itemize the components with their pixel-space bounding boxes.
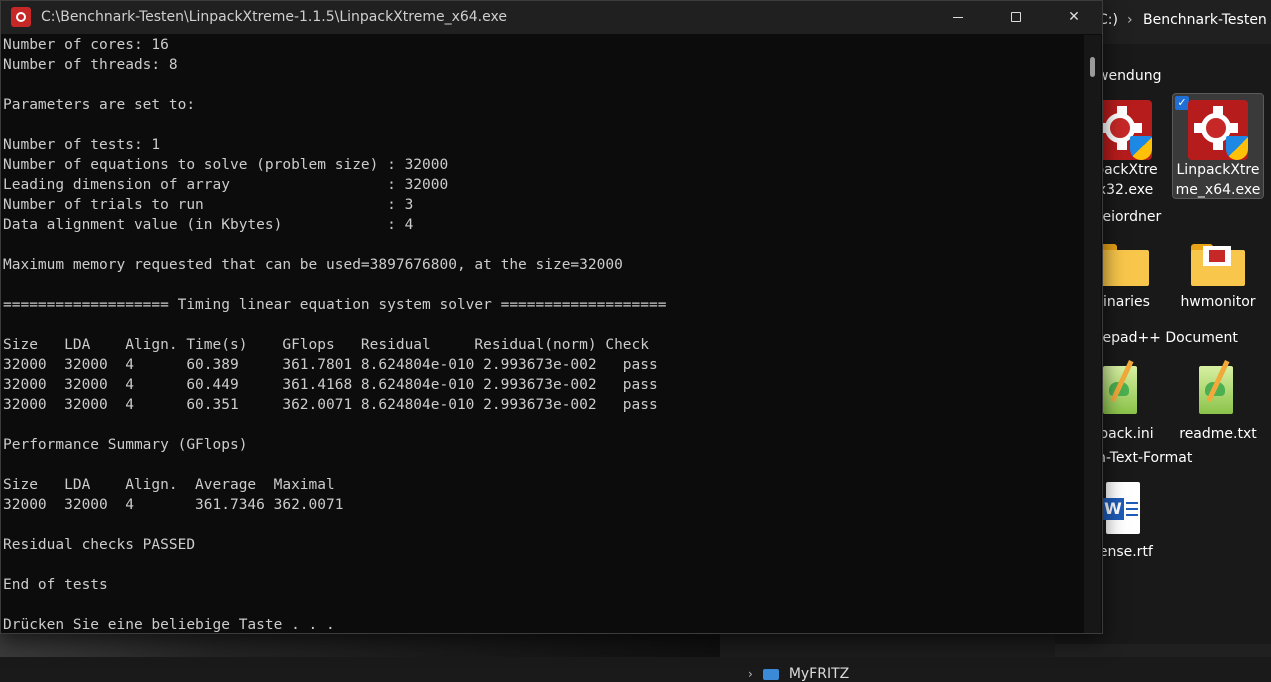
- console-window[interactable]: C:\Benchnark-Testen\LinpackXtreme-1.1.5\…: [0, 0, 1103, 634]
- file-readme-txt[interactable]: readme.txt: [1173, 356, 1263, 442]
- folder-hwmonitor[interactable]: hwmonitor: [1173, 236, 1263, 316]
- console-line: 32000 32000 4 60.351 362.0071 8.624804e-…: [3, 397, 658, 413]
- file-name: hwmonitor: [1180, 294, 1256, 310]
- console-line: Size LDA Align. Average Maximal: [3, 477, 335, 493]
- console-line: End of tests: [3, 577, 108, 593]
- folder-icon: [1191, 244, 1245, 286]
- close-icon: ✕: [1068, 9, 1080, 25]
- console-line: Number of trials to run : 3: [3, 197, 414, 213]
- word-document-icon: W: [1102, 482, 1142, 534]
- group-label-application: wendung: [1097, 68, 1162, 84]
- maximize-button[interactable]: [987, 1, 1045, 34]
- maximize-icon: [1011, 12, 1021, 22]
- console-line: Data alignment value (in Kbytes) : 4: [3, 217, 414, 233]
- file-linpackxtreme-x64[interactable]: ✓ LinpackXtre me_x64.exe: [1172, 93, 1264, 199]
- console-output[interactable]: Number of cores: 16 Number of threads: 8 P…: [3, 35, 1083, 633]
- console-line: Number of cores: 16: [3, 37, 169, 53]
- file-name: readme.txt: [1179, 426, 1257, 442]
- notepad-plus-plus-icon: [1195, 360, 1241, 416]
- console-line: =================== Timing linear equati…: [3, 297, 667, 313]
- minimize-icon: [953, 16, 963, 18]
- console-line: Size LDA Align. Time(s) GFlops Residual …: [3, 337, 650, 353]
- minimize-button[interactable]: [929, 1, 987, 34]
- console-line: Drücken Sie eine beliebige Taste . . .: [3, 617, 335, 633]
- scrollbar-thumb[interactable]: [1090, 57, 1095, 77]
- group-label-folder: teiordner: [1097, 209, 1162, 225]
- breadcrumb-folder[interactable]: Benchnark-Testen: [1143, 12, 1267, 28]
- console-scrollbar[interactable]: [1084, 35, 1101, 633]
- window-title: C:\Benchnark-Testen\LinpackXtreme-1.1.5\…: [41, 9, 507, 25]
- console-line: Maximum memory requested that can be use…: [3, 257, 623, 273]
- console-line: Number of tests: 1: [3, 137, 161, 153]
- network-computer-icon: [762, 668, 779, 680]
- uac-shield-icon: [1226, 136, 1248, 160]
- uac-shield-icon: [1130, 136, 1152, 160]
- folder-icon: [1095, 244, 1149, 286]
- group-label-rtf: h-Text-Format: [1097, 450, 1193, 466]
- console-line: 32000 32000 4 361.7346 362.0071: [3, 497, 344, 513]
- nav-item-label: MyFRITZ: [788, 666, 850, 682]
- linpack-window-icon[interactable]: [11, 7, 31, 27]
- console-line: Leading dimension of array : 32000: [3, 177, 449, 193]
- nav-item-myfritz[interactable]: › MyFRITZ: [748, 666, 849, 682]
- console-line: 32000 32000 4 60.449 361.4168 8.624804e-…: [3, 377, 658, 393]
- console-line: 32000 32000 4 60.389 361.7801 8.624804e-…: [3, 357, 658, 373]
- linpack-app-icon: [1188, 100, 1248, 160]
- close-button[interactable]: ✕: [1045, 1, 1103, 34]
- file-name: LinpackXtre me_x64.exe: [1175, 162, 1261, 198]
- console-line: Performance Summary (GFlops): [3, 437, 248, 453]
- console-line: Number of threads: 8: [3, 57, 178, 73]
- notepad-plus-plus-icon: [1099, 360, 1145, 416]
- console-line: Residual checks PASSED: [3, 537, 196, 553]
- console-title-bar[interactable]: C:\Benchnark-Testen\LinpackXtreme-1.1.5\…: [1, 1, 1102, 34]
- breadcrumb-chevron-icon: ›: [1127, 12, 1133, 28]
- console-line: Number of equations to solve (problem si…: [3, 157, 449, 173]
- group-label-notepad: tepad++ Document: [1097, 330, 1238, 346]
- nav-expand-chevron-icon[interactable]: ›: [748, 667, 753, 681]
- console-line: Parameters are set to:: [3, 97, 196, 113]
- selection-checkbox[interactable]: ✓: [1175, 96, 1189, 110]
